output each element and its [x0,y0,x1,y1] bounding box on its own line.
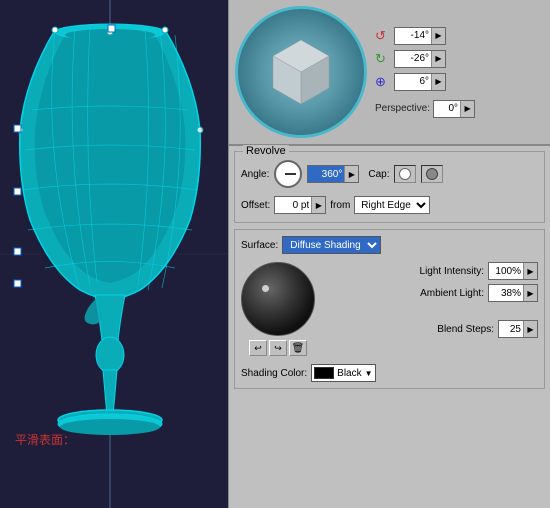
right-panel: ↺ ▶ ↻ ▶ ⊕ ▶ Persp [228,0,550,508]
blend-steps-label: Blend Steps: [437,324,494,335]
y-axis-icon: ↻ [375,51,391,67]
perspective-input[interactable] [434,101,460,117]
angle-y-input[interactable] [395,51,431,67]
preview-sphere [241,262,315,336]
angle-value-arrow[interactable]: ▶ [344,166,358,182]
surface-label: Surface: [241,240,278,251]
from-label: from [330,200,350,211]
angle-y-arrow[interactable]: ▶ [431,51,445,67]
cube-preview [261,32,341,112]
surface-select[interactable]: Diffuse Shading [283,237,380,253]
surface-section: Surface: Diffuse Shading ↩ ↪ 🗑 [234,229,545,389]
angle-z-arrow[interactable]: ▶ [431,74,445,90]
light-intensity-arrow[interactable]: ▶ [523,263,537,279]
sphere-highlight [262,285,269,292]
light-controls: Light Intensity: ▶ Ambient Light: ▶ Blen… [323,262,538,356]
surface-header: Surface: Diffuse Shading [241,236,538,254]
view3d-section: ↺ ▶ ↻ ▶ ⊕ ▶ Persp [229,0,550,146]
perspective-arrow[interactable]: ▶ [460,101,474,117]
ambient-light-label: Ambient Light: [420,288,484,299]
chinese-label: 平滑表面： [15,431,75,448]
angle-value-input[interactable] [308,166,344,182]
angle-label: Angle: [241,169,269,180]
offset-value-field: ▶ [274,196,326,214]
ambient-light-input[interactable] [489,285,523,301]
offset-input[interactable] [275,197,311,213]
angle-z-row: ⊕ ▶ [375,73,475,91]
blend-steps-input[interactable] [499,321,523,337]
revolve-label: Revolve [243,145,289,157]
revolve-section: Revolve Angle: ▶ Cap: Offset: [234,151,545,223]
canvas-panel: 平滑表面： [0,0,228,508]
offset-label: Offset: [241,200,270,211]
angle-dial[interactable] [274,160,302,188]
blend-steps-field: ▶ [498,320,538,338]
ambient-light-row: Ambient Light: ▶ [323,284,538,302]
blend-steps-arrow[interactable]: ▶ [523,321,537,337]
cap-on-button[interactable] [394,165,416,183]
offset-arrow[interactable]: ▶ [311,197,325,213]
z-axis-icon: ⊕ [375,74,391,90]
light-intensity-label: Light Intensity: [420,266,484,277]
angle-x-arrow[interactable]: ▶ [431,28,445,44]
light-intensity-field: ▶ [488,262,538,280]
angle-value-field: ▶ [307,165,359,183]
perspective-row: Perspective: ▶ [375,100,475,118]
shading-color-arrow: ▼ [365,369,373,378]
blend-steps-row: Blend Steps: ▶ [323,320,538,338]
angle-z-input[interactable] [395,74,431,90]
surface-body: ↩ ↪ 🗑 Light Intensity: ▶ Ambient Light: [241,262,538,356]
angle-z-field: ▶ [394,73,446,91]
surface-select-field: Diffuse Shading [282,236,381,254]
angle-controls: ↺ ▶ ↻ ▶ ⊕ ▶ Persp [375,27,475,118]
shading-color-field[interactable]: Black ▼ [311,364,375,382]
delete-button[interactable]: 🗑 [289,340,307,356]
angle-y-row: ↻ ▶ [375,50,475,68]
sphere-toolbar: ↩ ↪ 🗑 [249,340,307,356]
viewport-circle [235,6,367,138]
cap-label: Cap: [368,169,389,180]
cap-off-button[interactable] [421,165,443,183]
from-value-field: Right Edge [354,196,430,214]
perspective-field: ▶ [433,100,475,118]
light-intensity-input[interactable] [489,263,523,279]
rotate-left-button[interactable]: ↩ [249,340,267,356]
light-intensity-row: Light Intensity: ▶ [323,262,538,280]
x-axis-icon: ↺ [375,28,391,44]
angle-y-field: ▶ [394,50,446,68]
ambient-light-field: ▶ [488,284,538,302]
shading-color-row: Shading Color: Black ▼ [241,364,538,382]
ambient-light-arrow[interactable]: ▶ [523,285,537,301]
preview-sphere-area: ↩ ↪ 🗑 [241,262,315,356]
shading-color-label: Shading Color: [241,368,307,379]
rotate-right-button[interactable]: ↪ [269,340,287,356]
from-select[interactable]: Right Edge [355,197,429,213]
angle-x-row: ↺ ▶ [375,27,475,45]
shading-color-value: Black [337,368,361,379]
angle-x-input[interactable] [395,28,431,44]
revolve-angle-row: Angle: ▶ Cap: [241,160,538,188]
perspective-label: Perspective: [375,103,430,114]
revolve-offset-row: Offset: ▶ from Right Edge [241,196,538,214]
black-swatch [314,367,334,379]
angle-x-field: ▶ [394,27,446,45]
